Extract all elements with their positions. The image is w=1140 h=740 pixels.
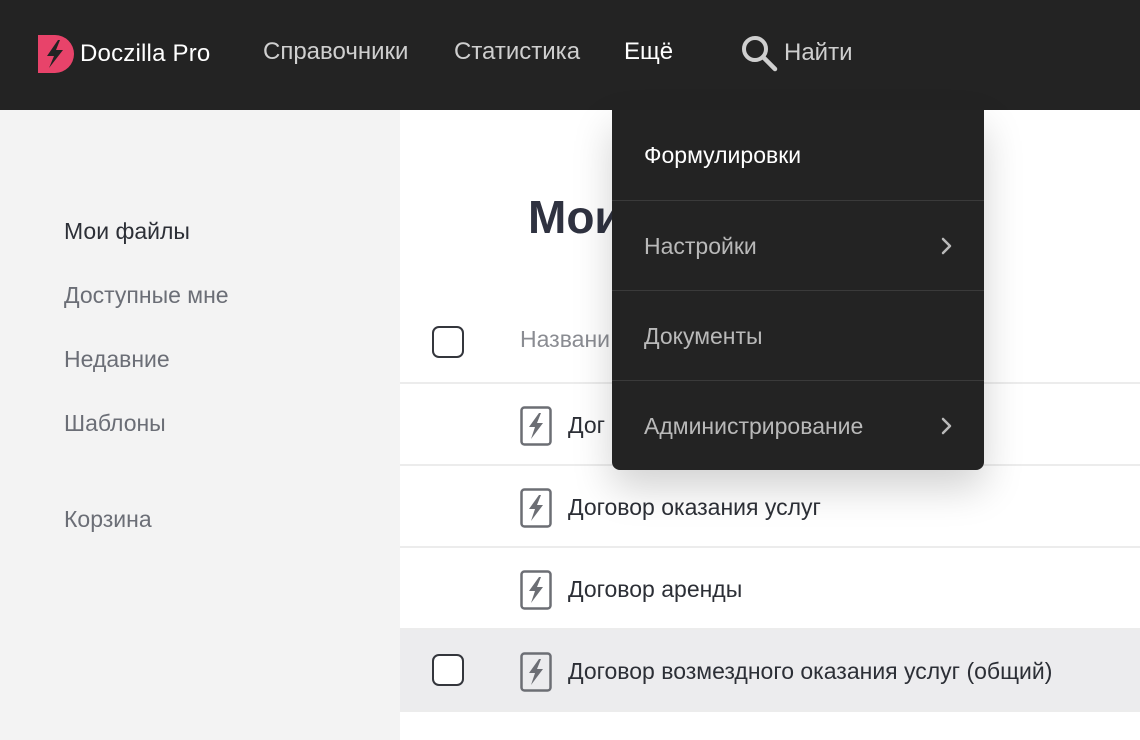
app-name: Doczilla Pro — [80, 40, 211, 67]
menu-item-administration[interactable]: Администрирование — [612, 380, 984, 470]
nav-more[interactable]: Ещё — [624, 38, 673, 66]
menu-item-formulations[interactable]: Формулировки — [612, 110, 984, 200]
menu-item-label: Администрирование — [644, 413, 864, 439]
search-label: Найти — [784, 39, 853, 66]
document-template-icon — [520, 570, 552, 610]
app-logo[interactable]: Doczilla Pro — [38, 35, 210, 73]
chevron-right-icon — [941, 417, 952, 435]
sidebar-item-recent[interactable]: Недавние — [64, 346, 170, 373]
select-all-checkbox[interactable] — [432, 326, 464, 358]
menu-item-documents[interactable]: Документы — [612, 290, 984, 380]
divider — [400, 710, 1140, 712]
nav-statistics[interactable]: Статистика — [454, 38, 580, 66]
table-row[interactable]: Договор оказания услуг — [400, 466, 1140, 546]
document-template-icon — [520, 406, 552, 446]
sidebar-item-shared-with-me[interactable]: Доступные мне — [64, 282, 229, 309]
menu-item-label: Документы — [644, 323, 763, 349]
menu-item-settings[interactable]: Настройки — [612, 200, 984, 290]
sidebar-item-my-files[interactable]: Мои файлы — [64, 218, 190, 245]
table-row[interactable]: Договор аренды — [400, 548, 1140, 628]
document-name: Договор возмездного оказания услуг (общи… — [568, 658, 1053, 684]
document-name: Договор аренды — [568, 576, 743, 602]
menu-item-label: Настройки — [644, 233, 757, 259]
document-template-icon — [520, 488, 552, 528]
column-header-name[interactable]: Названи — [520, 326, 610, 353]
top-navigation-bar: Doczilla Pro Справочники Статистика Ещё … — [0, 0, 1140, 110]
more-dropdown-menu: Формулировки Настройки Документы Админис… — [612, 110, 984, 470]
chevron-right-icon — [941, 237, 952, 255]
sidebar-item-templates[interactable]: Шаблоны — [64, 410, 166, 437]
page-title: Мои — [528, 191, 623, 243]
document-name: Дог — [568, 412, 606, 438]
row-checkbox[interactable] — [432, 654, 464, 686]
sidebar-item-trash[interactable]: Корзина — [64, 506, 152, 533]
sidebar: Мои файлы Доступные мне Недавние Шаблоны… — [0, 110, 400, 740]
document-template-icon — [520, 652, 552, 692]
search-button[interactable]: Найти — [740, 34, 852, 72]
search-icon — [742, 36, 778, 72]
document-name: Договор оказания услуг — [568, 494, 821, 520]
logo-icon — [38, 35, 74, 73]
nav-reference-books[interactable]: Справочники — [263, 38, 408, 66]
menu-item-label: Формулировки — [644, 142, 802, 168]
table-row[interactable]: Договор возмездного оказания услуг (общи… — [400, 630, 1140, 710]
